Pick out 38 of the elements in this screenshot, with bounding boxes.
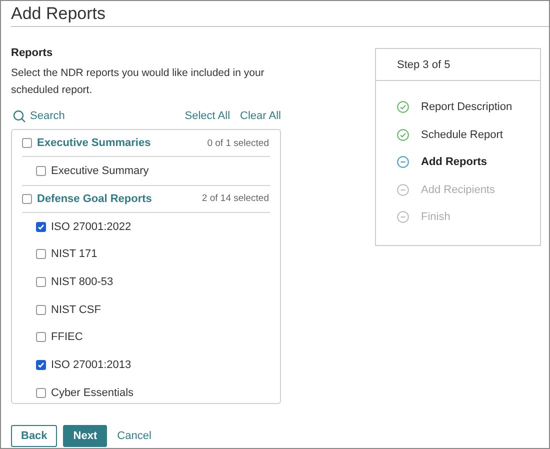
checkbox[interactable] [36,304,46,315]
selection-count: 2 of 14 selected [202,193,270,204]
checkbox[interactable] [36,249,46,260]
checkbox[interactable] [36,222,46,232]
selection-count: 0 of 1 selected [207,138,270,148]
checkbox[interactable] [22,194,32,204]
group-label: Defense Goal Reports [37,192,152,205]
search-link[interactable]: Search [13,110,65,122]
group-label: Executive Summaries [37,137,151,149]
report-label: Cyber Essentials [51,386,134,399]
page-title: Add Reports [11,1,549,27]
step-label: Add Recipients [421,184,495,196]
checkbox[interactable] [22,138,32,148]
clear-all-link[interactable]: Clear All [240,110,281,122]
step-label: Add Reports [421,156,487,168]
cancel-link[interactable]: Cancel [117,430,152,442]
report-label: ISO 27001:2013 [51,358,132,371]
step-label: Report Description [421,101,512,113]
report-label: ISO 27001:2022 [51,220,132,233]
step-label: Finish [421,211,450,223]
checkbox[interactable] [36,388,46,398]
checkbox[interactable] [36,276,46,287]
section-heading: Reports [11,47,54,59]
checkbox[interactable] [36,332,46,342]
section-description: Select the NDR reports you would like included in your scheduled report. [11,66,266,98]
select-all-link[interactable]: Select All [184,110,230,122]
step-label: Schedule Report [421,128,503,140]
report-label: Executive Summary [51,164,149,177]
checkbox[interactable] [36,166,46,176]
search-icon [13,110,26,122]
report-label: FFIEC [51,331,83,344]
back-button[interactable]: Back [11,425,58,447]
step-counter: Step 3 of 5 [376,49,540,81]
report-label: NIST CSF [51,304,101,316]
checkbox[interactable] [36,360,46,370]
report-label: NIST 171 [51,248,98,260]
report-label: NIST 800-53 [51,276,114,288]
next-button[interactable]: Next [63,425,108,447]
